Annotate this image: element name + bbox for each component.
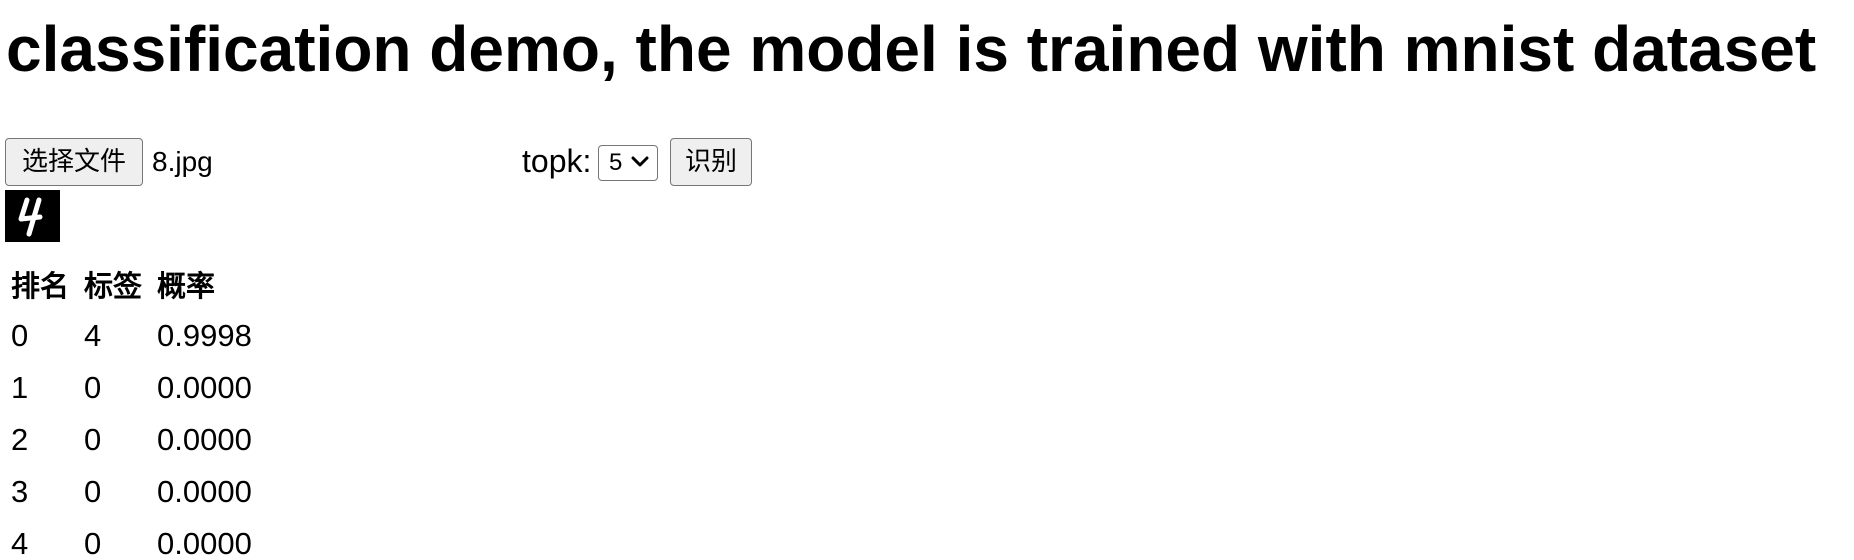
- chevron-down-icon: [631, 156, 649, 167]
- table-row: 3 0 0.0000: [6, 466, 257, 518]
- choose-file-button[interactable]: 选择文件: [5, 138, 143, 186]
- digit-4-image: [5, 190, 60, 242]
- topk-label: topk:: [522, 143, 592, 179]
- topk-selected-value: 5: [609, 149, 623, 176]
- table-row: 4 0 0.0000: [6, 518, 257, 560]
- label-cell: 0: [84, 370, 102, 405]
- table-row: 2 0 0.0000: [6, 414, 257, 466]
- table-row: 0 4 0.9998: [6, 310, 257, 362]
- header-rank: 排名: [11, 269, 70, 303]
- table-row: 1 0 0.0000: [6, 362, 257, 414]
- rank-cell: 4: [11, 526, 29, 560]
- rank-cell: 0: [11, 318, 29, 353]
- header-probability: 概率: [157, 269, 216, 303]
- probability-cell: 0.9998: [157, 318, 252, 353]
- topk-select[interactable]: 5: [598, 145, 658, 181]
- page-title: classification demo, the model is traine…: [6, 13, 1817, 85]
- label-cell: 4: [84, 318, 102, 353]
- selected-file-name: 8.jpg: [152, 146, 213, 177]
- table-header-row: 排名 标签 概率: [6, 258, 257, 310]
- rank-cell: 2: [11, 422, 29, 457]
- results-table: 排名 标签 概率 0 4 0.9998 1 0 0.0000 2 0 0.000…: [6, 258, 257, 560]
- rank-cell: 1: [11, 370, 29, 405]
- uploaded-digit-preview: [5, 190, 60, 242]
- probability-cell: 0.0000: [157, 422, 252, 457]
- probability-cell: 0.0000: [157, 474, 252, 509]
- probability-cell: 0.0000: [157, 526, 252, 560]
- label-cell: 0: [84, 474, 102, 509]
- label-cell: 0: [84, 526, 102, 560]
- recognize-button[interactable]: 识别: [670, 138, 752, 186]
- rank-cell: 3: [11, 474, 29, 509]
- probability-cell: 0.0000: [157, 370, 252, 405]
- label-cell: 0: [84, 422, 102, 457]
- header-label: 标签: [84, 269, 143, 303]
